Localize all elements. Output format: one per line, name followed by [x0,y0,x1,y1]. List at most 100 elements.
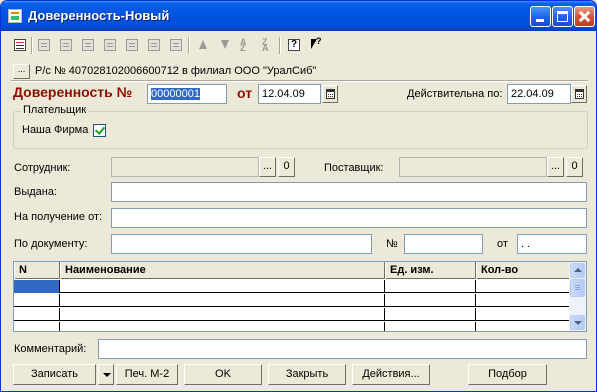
supplier-clear-button[interactable]: 0 [566,157,583,177]
employee-label: Сотрудник: [14,162,71,174]
minimize-button[interactable] [530,6,551,27]
move-down-button[interactable] [215,36,233,54]
table-cell[interactable] [476,308,570,321]
calendar-icon [575,89,584,99]
move-up-button[interactable] [193,36,211,54]
table-cell[interactable] [476,322,570,331]
by-document-number-input[interactable] [404,234,483,254]
delete-row-button[interactable] [79,36,97,54]
column-header-name[interactable]: Наименование [60,262,385,279]
table-row[interactable] [14,294,570,307]
employee-select-button[interactable]: ... [259,157,276,177]
column-header-n[interactable]: N [14,262,60,279]
our-firm-checkbox[interactable] [93,124,106,137]
calendar-icon [326,89,335,99]
help-icon: ? [288,39,300,51]
date-label: от [237,85,253,101]
close-window-button[interactable] [574,6,595,27]
arrow-down-icon [218,39,230,51]
edit-row-icon [60,39,72,51]
whats-this-button[interactable] [307,36,325,54]
scroll-thumb[interactable] [570,279,585,297]
table-cell[interactable] [476,294,570,307]
our-firm-label: Наша Фирма [22,124,89,136]
table-cell[interactable] [60,280,385,293]
comment-label: Комментарий: [14,343,87,355]
title-bar[interactable]: Доверенность-Новый [1,1,596,31]
supplier-select-button[interactable]: ... [547,157,564,177]
scroll-up-button[interactable] [570,263,585,278]
maximize-button[interactable] [552,6,573,27]
table-row[interactable] [14,308,570,321]
select-button[interactable]: Подбор [468,364,547,385]
sort-desc-button[interactable]: ZA [259,36,277,54]
actions-button[interactable]: Действия... [352,364,430,385]
sort-asc-icon: AZ [240,37,247,53]
end-edit-button[interactable] [167,36,185,54]
new-row-icon [14,39,26,51]
toolbar-separator [31,37,33,54]
doc-date-calendar-button[interactable] [322,85,338,103]
valid-until-input[interactable]: 22.04.09 [507,84,571,104]
table-cell[interactable] [385,294,476,307]
help-button[interactable]: ? [285,36,303,54]
table-cell[interactable] [385,308,476,321]
by-document-input[interactable] [111,234,372,254]
table-cell[interactable] [60,322,385,331]
close-button[interactable]: Закрыть [268,364,346,385]
issued-input[interactable] [111,182,587,202]
save-button[interactable]: Записать [13,364,96,385]
comment-input[interactable] [98,339,587,359]
sort-asc-button[interactable]: AZ [237,36,255,54]
items-table[interactable]: N Наименование Ед. изм. Кол-во [13,261,587,332]
doc-title: Доверенность № [13,84,133,100]
mark-delete-button[interactable] [101,36,119,54]
valid-until-calendar-button[interactable] [571,85,587,103]
table-cell[interactable] [60,294,385,307]
sort-desc-icon: ZA [262,37,269,53]
table-cell[interactable] [14,280,60,293]
supplier-input[interactable] [399,157,547,177]
payer-group-title: Плательщик [21,104,89,116]
doc-number-input[interactable]: 00000001 [147,84,227,104]
account-select-button[interactable]: ... [13,64,30,79]
table-cell[interactable] [14,322,60,331]
receive-from-input[interactable] [111,208,587,228]
scroll-down-button[interactable] [570,315,585,330]
print-m2-button[interactable]: Печ. М-2 [116,364,178,385]
cut-button[interactable] [123,36,141,54]
table-cell[interactable] [14,308,60,321]
maximize-icon [557,11,568,22]
doc-number-label: № [386,238,398,250]
new-row-button[interactable] [11,36,29,54]
table-header: N Наименование Ед. изм. Кол-во [14,262,570,279]
edit-cell-button[interactable] [145,36,163,54]
doc-number-value: 00000001 [151,88,200,100]
table-cell[interactable] [60,308,385,321]
table-cell[interactable] [14,294,60,307]
valid-until-label: Действительна по: [407,88,503,100]
column-header-unit[interactable]: Ед. изм. [385,262,476,279]
save-dropdown-button[interactable] [98,364,114,385]
arrow-up-icon [196,39,208,51]
employee-clear-button[interactable]: 0 [278,157,295,177]
copy-row-button[interactable] [35,36,53,54]
edit-row-button[interactable] [57,36,75,54]
table-cell[interactable] [385,280,476,293]
table-cell[interactable] [476,280,570,293]
doc-date-input[interactable]: 12.04.09 [258,84,321,104]
table-row[interactable] [14,280,570,293]
table-scrollbar[interactable] [569,262,586,331]
column-header-quantity[interactable]: Кол-во [476,262,570,279]
employee-input[interactable] [111,157,259,177]
by-document-label: По документу: [14,238,88,250]
window-title: Доверенность-Новый [28,8,170,23]
table-row[interactable] [14,322,570,331]
issued-label: Выдана: [14,186,58,198]
by-document-date-input[interactable]: . . [517,234,587,254]
document-icon [8,9,22,23]
edit-cell-icon [148,39,160,51]
ok-button[interactable]: OK [184,364,262,385]
table-cell[interactable] [385,322,476,331]
toolbar: AZ ZA ? [5,34,594,56]
